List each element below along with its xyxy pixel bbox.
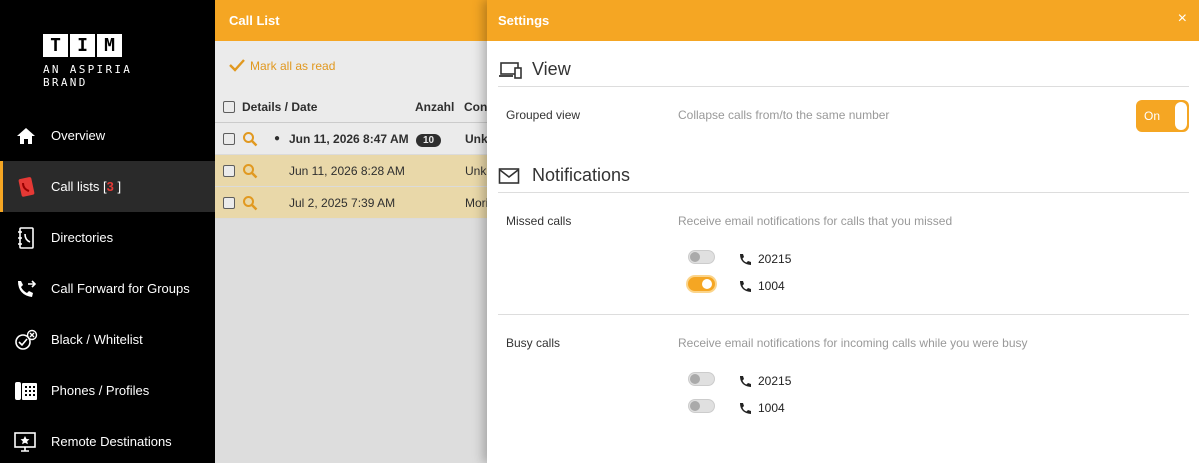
blacklist-icon [14, 328, 38, 352]
missed-line-1004: 1004 [739, 279, 785, 293]
missed-1004-toggle[interactable] [688, 277, 715, 291]
remote-destination-icon [14, 430, 38, 454]
nav-label: Phones / Profiles [51, 383, 150, 398]
line-number: 20215 [758, 252, 792, 266]
call-list-count: 3 [106, 179, 114, 194]
settings-header: Settings × [487, 0, 1199, 41]
busy-calls-row: Busy calls Receive email notifications f… [487, 315, 1199, 455]
main-nav: Overview Call lists [3 ] Directories Cal… [0, 110, 215, 463]
call-list-title: Call List [215, 0, 515, 41]
settings-title: Settings [498, 13, 550, 28]
home-icon [14, 124, 38, 148]
busy-calls-label: Busy calls [506, 336, 561, 350]
phone-icon [739, 280, 752, 293]
toggle-state-label: On [1144, 109, 1161, 123]
grouped-view-row: Grouped view Collapse calls from/to the … [487, 87, 1199, 165]
view-heading: View [532, 59, 571, 79]
devices-icon [498, 61, 522, 79]
call-list-icon [14, 175, 38, 199]
phone-icon [739, 375, 752, 388]
nav-label: Directories [51, 230, 114, 245]
nav-item-overview[interactable]: Overview [0, 110, 215, 161]
logo-subtitle: AN ASPIRIA BRAND [43, 63, 133, 89]
busy-1004-toggle[interactable] [688, 399, 715, 413]
settings-panel: Settings × View Grouped view Collapse ca… [487, 0, 1199, 463]
logo-letter: M [97, 34, 122, 57]
missed-line-20215: 20215 [739, 252, 791, 266]
nav-item-call-forward[interactable]: Call Forward for Groups [0, 263, 215, 314]
missed-calls-label: Missed calls [506, 214, 572, 228]
nav-item-call-lists[interactable]: Call lists [3 ] [0, 161, 215, 212]
nav-label: Call Forward for Groups [51, 281, 190, 296]
logo-letter: I [70, 34, 95, 57]
nav-label: Black / Whitelist [51, 332, 143, 347]
missed-calls-desc: Receive email notifications for calls th… [678, 214, 953, 228]
nav-item-phones-profiles[interactable]: Phones / Profiles [0, 365, 215, 416]
tim-logo[interactable]: T I M AN ASPIRIA BRAND [43, 34, 183, 89]
grouped-view-toggle[interactable]: On [1136, 100, 1189, 132]
close-icon[interactable]: × [1178, 10, 1187, 28]
grouped-view-desc: Collapse calls from/to the same number [678, 108, 890, 122]
modal-overlay[interactable] [215, 41, 487, 463]
phone-profile-icon [14, 379, 38, 403]
missed-calls-row: Missed calls Receive email notifications… [487, 193, 1199, 315]
nav-label: Call lists [3 ] [51, 179, 122, 194]
busy-line-20215: 20215 [739, 374, 791, 388]
view-section-title: View [498, 59, 1189, 87]
phone-icon [739, 402, 752, 415]
phone-icon [739, 253, 752, 266]
nav-item-remote-destinations[interactable]: Remote Destinations [0, 416, 215, 463]
notifications-heading: Notifications [532, 165, 631, 185]
grouped-view-label: Grouped view [506, 108, 581, 122]
logo-letter: T [43, 34, 68, 57]
busy-line-1004: 1004 [739, 401, 785, 415]
nav-item-blacklist[interactable]: Black / Whitelist [0, 314, 215, 365]
missed-20215-toggle[interactable] [688, 250, 715, 264]
line-number: 1004 [758, 401, 785, 415]
nav-label: Remote Destinations [51, 434, 172, 449]
line-number: 1004 [758, 279, 785, 293]
busy-calls-desc: Receive email notifications for incoming… [678, 336, 1028, 350]
directory-icon [14, 226, 38, 250]
mail-icon [498, 167, 522, 185]
sidebar: T I M AN ASPIRIA BRAND Overview Call lis… [0, 0, 215, 463]
toggle-knob [1175, 102, 1187, 130]
busy-20215-toggle[interactable] [688, 372, 715, 386]
nav-label: Overview [51, 128, 106, 143]
notifications-section-title: Notifications [498, 165, 1189, 193]
call-forward-icon [14, 277, 38, 301]
nav-item-directories[interactable]: Directories [0, 212, 215, 263]
line-number: 20215 [758, 374, 792, 388]
